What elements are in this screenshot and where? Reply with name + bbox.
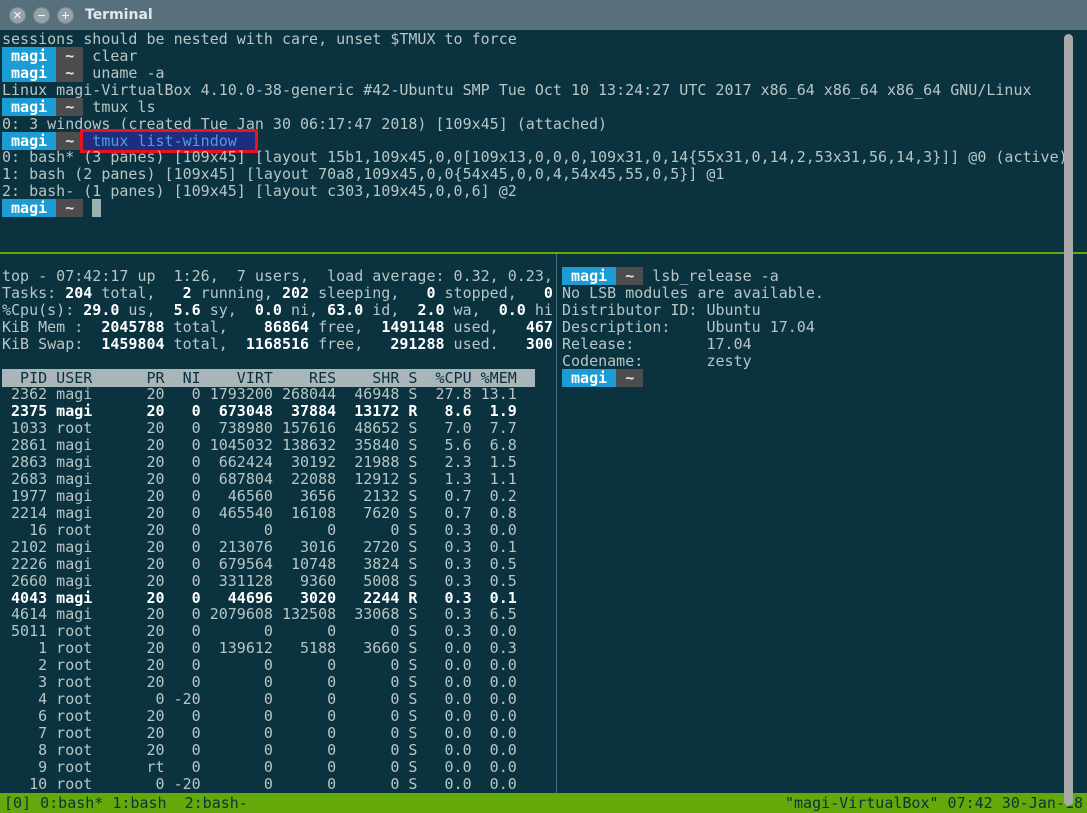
shell-pane[interactable]: sessions should be nested with care, uns…: [2, 31, 1068, 217]
pane-divider-horizontal[interactable]: [0, 252, 1087, 254]
terminal-line: Distributor ID: Ubuntu: [562, 302, 824, 319]
terminal-line: 2214 magi 20 0 465540 16108 7620 S 0.7 0…: [2, 505, 553, 522]
close-icon[interactable]: ✕: [9, 7, 26, 24]
terminal-line: 1 root 20 0 139612 5188 3660 S 0.0 0.3: [2, 640, 553, 657]
terminal-line: sessions should be nested with care, uns…: [2, 31, 1068, 48]
prompt-dir: ~: [56, 47, 83, 65]
terminal-line: 2102 magi 20 0 213076 3016 2720 S 0.3 0.…: [2, 539, 553, 556]
status-host-time: "magi-VirtualBox" 07:42 30-Jan-18: [785, 793, 1083, 813]
maximize-icon[interactable]: +: [57, 7, 74, 24]
terminal-line: 2226 magi 20 0 679564 10748 3824 S 0.3 0…: [2, 556, 553, 573]
terminal-line: 6 root 20 0 0 0 0 S 0.0 0.0: [2, 708, 553, 725]
terminal-line: magi ~ tmux ls: [2, 99, 1068, 116]
terminal-line: 4 root 0 -20 0 0 0 S 0.0 0.0: [2, 691, 553, 708]
prompt-dir: ~: [616, 267, 643, 285]
terminal-line: 4614 magi 20 0 2079608 132508 33068 S 0.…: [2, 606, 553, 623]
terminal-line: Linux magi-VirtualBox 4.10.0-38-generic …: [2, 82, 1068, 99]
terminal-line: magi ~ clear: [2, 48, 1068, 65]
terminal-line: 2863 magi 20 0 662424 30192 21988 S 2.3 …: [2, 454, 553, 471]
terminal-line: Codename: zesty: [562, 353, 824, 370]
terminal-line: 5011 root 20 0 0 0 0 S 0.3 0.0: [2, 623, 553, 640]
terminal-line: 2375 magi 20 0 673048 37884 13172 R 8.6 …: [2, 403, 553, 420]
terminal-line: 2 root 20 0 0 0 0 S 0.0 0.0: [2, 657, 553, 674]
text-cursor: [92, 199, 101, 217]
selected-command: tmux list-window: [83, 132, 255, 150]
prompt-dir: ~: [56, 64, 83, 82]
terminal-line: 3 root 20 0 0 0 0 S 0.0 0.0: [2, 674, 553, 691]
prompt-user: magi: [2, 132, 56, 150]
prompt-user: magi: [562, 369, 616, 387]
terminal-line: magi ~ uname -a: [2, 65, 1068, 82]
terminal-line: 0: 3 windows (created Tue Jan 30 06:17:4…: [2, 116, 1068, 133]
terminal-line: 1: bash (2 panes) [109x45] [layout 70a8,…: [2, 166, 1068, 183]
terminal-line: 9 root rt 0 0 0 0 S 0.0 0.0: [2, 759, 553, 776]
terminal-line: magi ~: [2, 200, 1068, 217]
terminal-line: KiB Swap: 1459804 total, 1168516 free, 2…: [2, 336, 553, 353]
prompt-user: magi: [2, 199, 56, 217]
terminal-line: 2861 magi 20 0 1045032 138632 35840 S 5.…: [2, 437, 553, 454]
terminal-line: %Cpu(s): 29.0 us, 5.6 sy, 0.0 ni, 63.0 i…: [2, 302, 553, 319]
terminal-window: ✕ − + Terminal sessions should be nested…: [0, 0, 1087, 813]
terminal-line: 7 root 20 0 0 0 0 S 0.0 0.0: [2, 725, 553, 742]
prompt-user: magi: [2, 64, 56, 82]
terminal-line: 1033 root 20 0 738980 157616 48652 S 7.0…: [2, 420, 553, 437]
terminal-line: Tasks: 204 total, 2 running, 202 sleepin…: [2, 285, 553, 302]
prompt-dir: ~: [56, 98, 83, 116]
terminal-line: 2: bash- (1 panes) [109x45] [layout c303…: [2, 183, 1068, 200]
terminal-line: 2683 magi 20 0 687804 22088 12912 S 1.3 …: [2, 471, 553, 488]
tmux-status-bar: [0] 0:bash* 1:bash 2:bash- "magi-Virtual…: [0, 793, 1087, 813]
prompt-dir: ~: [616, 369, 643, 387]
terminal-line: Release: 17.04: [562, 336, 824, 353]
top-command-pane[interactable]: top - 07:42:17 up 1:26, 7 users, load av…: [2, 268, 553, 793]
prompt-user: magi: [2, 98, 56, 116]
terminal-line: [2, 353, 553, 370]
prompt-user: magi: [2, 47, 56, 65]
terminal-line: 2362 magi 20 0 1793200 268044 46948 S 27…: [2, 386, 553, 403]
terminal-line: magi ~ lsb_release -a: [562, 268, 824, 285]
pane-divider-vertical[interactable]: [556, 254, 557, 793]
terminal-line: magi ~ tmux list-window: [2, 133, 1068, 150]
terminal-line: PID USER PR NI VIRT RES SHR S %CPU %MEM: [2, 370, 553, 387]
scrollbar-thumb[interactable]: [1064, 34, 1073, 806]
terminal-line: 2660 magi 20 0 331128 9360 5008 S 0.3 0.…: [2, 573, 553, 590]
terminal-line: 10 root 0 -20 0 0 0 S 0.0 0.0: [2, 776, 553, 793]
title-bar[interactable]: ✕ − + Terminal: [0, 0, 1087, 30]
window-title: Terminal: [85, 7, 153, 23]
terminal-line: Description: Ubuntu 17.04: [562, 319, 824, 336]
highlight-box: tmux list-window: [83, 132, 255, 150]
status-window-list[interactable]: [0] 0:bash* 1:bash 2:bash-: [4, 793, 248, 813]
terminal-line: 8 root 20 0 0 0 0 S 0.0 0.0: [2, 742, 553, 759]
prompt-dir: ~: [56, 132, 83, 150]
terminal-line: 4043 magi 20 0 44696 3020 2244 R 0.3 0.1: [2, 590, 553, 607]
terminal-line: magi ~: [562, 370, 824, 387]
prompt-dir: ~: [56, 199, 83, 217]
terminal-screen: sessions should be nested with care, uns…: [0, 30, 1087, 813]
terminal-line: KiB Mem : 2045788 total, 86864 free, 149…: [2, 319, 553, 336]
terminal-line: top - 07:42:17 up 1:26, 7 users, load av…: [2, 268, 553, 285]
lsb-release-pane[interactable]: magi ~ lsb_release -aNo LSB modules are …: [562, 268, 824, 386]
terminal-line: 0: bash* (3 panes) [109x45] [layout 15b1…: [2, 149, 1068, 166]
terminal-line: 1977 magi 20 0 46560 3656 2132 S 0.7 0.2: [2, 488, 553, 505]
terminal-line: 16 root 20 0 0 0 0 S 0.3 0.0: [2, 522, 553, 539]
terminal-line: No LSB modules are available.: [562, 285, 824, 302]
prompt-user: magi: [562, 267, 616, 285]
minimize-icon[interactable]: −: [33, 7, 50, 24]
